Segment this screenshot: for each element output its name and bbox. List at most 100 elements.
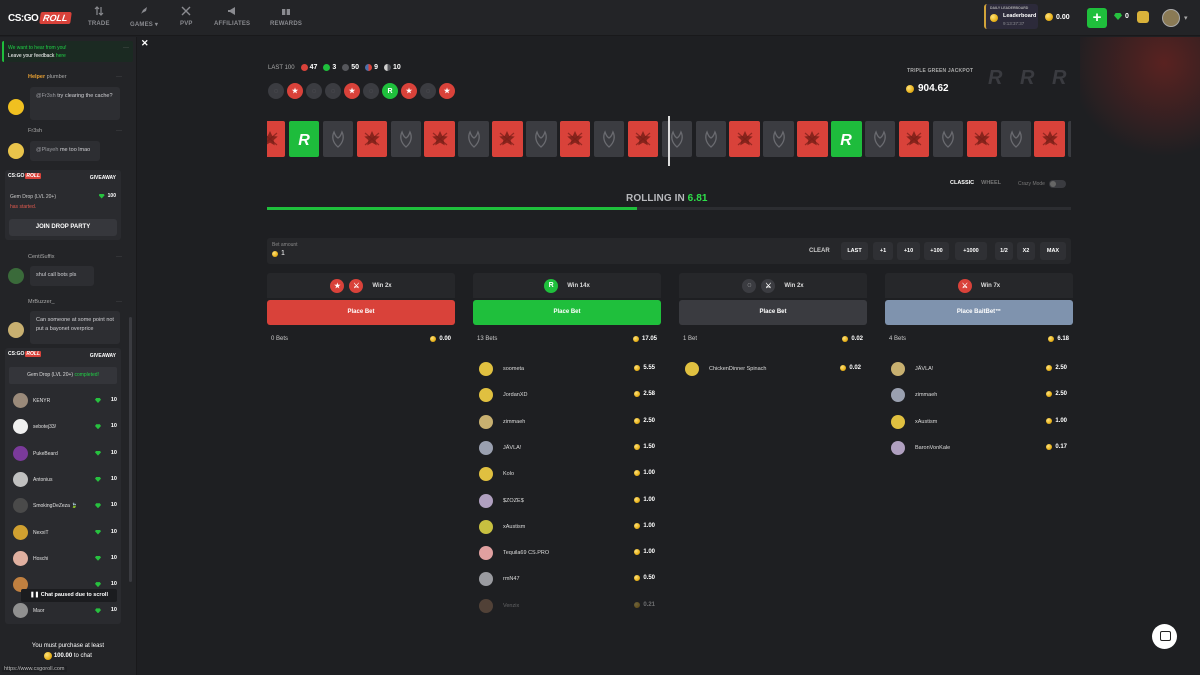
coin-icon [634,417,641,424]
nav-affiliates-label: AFFILIATES [214,21,251,27]
feedback-banner[interactable]: We want to hear from you! Leave your fee… [2,41,133,62]
bet-row: Tequila69 CS.PRO 1.00 [479,542,657,566]
player-name: xAustism [503,523,526,530]
reel-tile-red [492,121,523,157]
nav-pvp[interactable]: PVP [180,6,193,27]
bet-amount: 0.02 [840,365,861,371]
giveaway-winner: PukeBeard 10 [9,443,121,465]
bet-modifier-button[interactable]: MAX [1040,242,1066,260]
reel-tile-bait [865,121,896,157]
reel-tile-bait [1068,121,1071,157]
bet-row: zimmaeh 2.50 [479,411,657,435]
nav-games[interactable]: GAMES ▾ [130,6,158,28]
site-logo[interactable]: CS:GO ROLL [8,9,72,27]
crazy-mode-label: Crazy Mode [1018,181,1045,187]
bets-total: 0.02 [842,336,863,342]
chat-author: Fr3sh [28,128,43,134]
more-icon[interactable]: ··· [116,254,122,260]
bet-column-header: ★ ⚔ Win 2x [267,273,455,298]
reel-tile-bait [458,121,489,157]
nav-rewards-label: REWARDS [270,21,303,27]
gem-icon [1114,13,1122,20]
bet-modifier-button[interactable]: 1/2 [995,242,1013,260]
bet-amount-bar: Bet amount 1 CLEAR LAST +1 +10 +100 +1000 1/2… [267,238,1071,264]
winner-value: 10 [110,397,117,403]
feedback-link[interactable]: here [56,53,66,59]
reel-tile-red [627,121,659,157]
coin-icon [634,365,641,371]
coin-icon [1048,336,1055,342]
bet-modifier-button[interactable]: +1000 [955,242,987,260]
clear-button[interactable]: CLEAR [809,248,830,254]
winner-name: PukeBeard [33,450,58,457]
avatar [8,268,24,284]
bets-total: 0.00 [430,336,451,342]
more-icon[interactable]: ··· [116,128,122,134]
reel-tile-bait [1000,121,1031,157]
coin-icon [840,365,847,371]
bet-modifier-button[interactable]: LAST [841,242,868,260]
chevron-down-icon[interactable]: ▾ [1184,14,1188,22]
bet-stats: 1 Bet 0.02 [683,336,863,342]
avatar [891,388,905,403]
support-chat-icon[interactable] [1152,624,1177,649]
rolling-countdown: ROLLING IN 6.81 [626,193,708,204]
bet-amount: 1.00 [634,496,655,503]
join-drop-party-button[interactable]: JOIN DROP PARTY [9,219,117,236]
player-name: zimmaeh [915,392,938,399]
place-bet-button[interactable]: Place Bet [679,300,867,325]
coin-icon [1046,443,1053,450]
avatar [891,440,905,455]
history-red: ★ [287,83,303,99]
mode-classic[interactable]: CLASSIC [950,180,974,186]
place-bet-button[interactable]: Place BaitBet™ [885,300,1073,325]
more-icon[interactable]: ··· [123,45,129,51]
crazy-mode-toggle[interactable]: Crazy Mode [1018,180,1066,188]
nav-trade[interactable]: TRADE [88,6,110,27]
coin-icon [1046,417,1053,424]
leaderboard-small-label: DAILY LEADERBOARD [990,6,1029,10]
bet-modifier-button[interactable]: X2 [1017,242,1035,260]
winner-name: KENYR [33,398,51,404]
bets-count: 4 Bets [889,336,907,342]
jackpot-r-icon: R [1052,67,1067,89]
chat-message: @Fr3sh try clearing the cache? [30,87,120,120]
coin-icon [1045,13,1053,21]
mode-wheel[interactable]: WHEEL [981,180,1001,186]
deposit-button[interactable]: + [1087,8,1107,28]
chat-message: Can someone at some point not put a bayo… [30,311,120,344]
bet-amount-input[interactable]: 1 [272,250,285,257]
bet-modifier-button[interactable]: +10 [897,242,920,260]
chat-scrollbar[interactable] [129,317,132,582]
avatar [13,393,28,408]
more-icon[interactable]: ··· [116,299,122,305]
place-bet-button[interactable]: Place Bet [473,300,661,325]
jackpot-r-icon: R [1020,67,1035,89]
daily-case-icon[interactable] [1137,11,1149,23]
bet-amount: 0.50 [634,575,655,582]
leaderboard-widget[interactable]: DAILY LEADERBOARD Leaderboard 9:13:37:37 [984,4,1038,29]
bet-modifier-button[interactable]: +100 [924,242,949,260]
toggle-switch[interactable] [1048,180,1066,188]
player-name: $ZOZE$ [503,497,524,504]
avatar [13,498,28,514]
giveaway-winner: SmokingDeZeza 🍃 10 [9,495,121,517]
reel-tile-red [356,121,388,157]
giveaway-winner: Antonius 10 [9,469,121,491]
nav-rewards[interactable]: REWARDS [270,6,302,27]
bet-modifier-button[interactable]: +1 [873,242,893,260]
history-red: ★ [344,83,360,99]
winner-value: 10 [110,423,117,430]
place-bet-button[interactable]: Place Bet [267,300,455,325]
megaphone-icon [228,7,236,15]
reel-tile-red [560,121,591,157]
avatar [8,99,24,115]
more-icon[interactable]: ··· [116,74,122,80]
coin-balance-value: 0.00 [1056,13,1070,21]
chat-paused-notice[interactable]: ❚❚ Chat paused due to scroll [21,589,117,602]
nav-affiliates[interactable]: AFFILIATES [214,6,250,27]
giveaway-winner: NexxiT 10 [9,522,121,544]
user-avatar[interactable] [1162,9,1180,27]
player-name: BaronVonKale [915,444,951,451]
roll-progress-bar [267,207,1071,210]
